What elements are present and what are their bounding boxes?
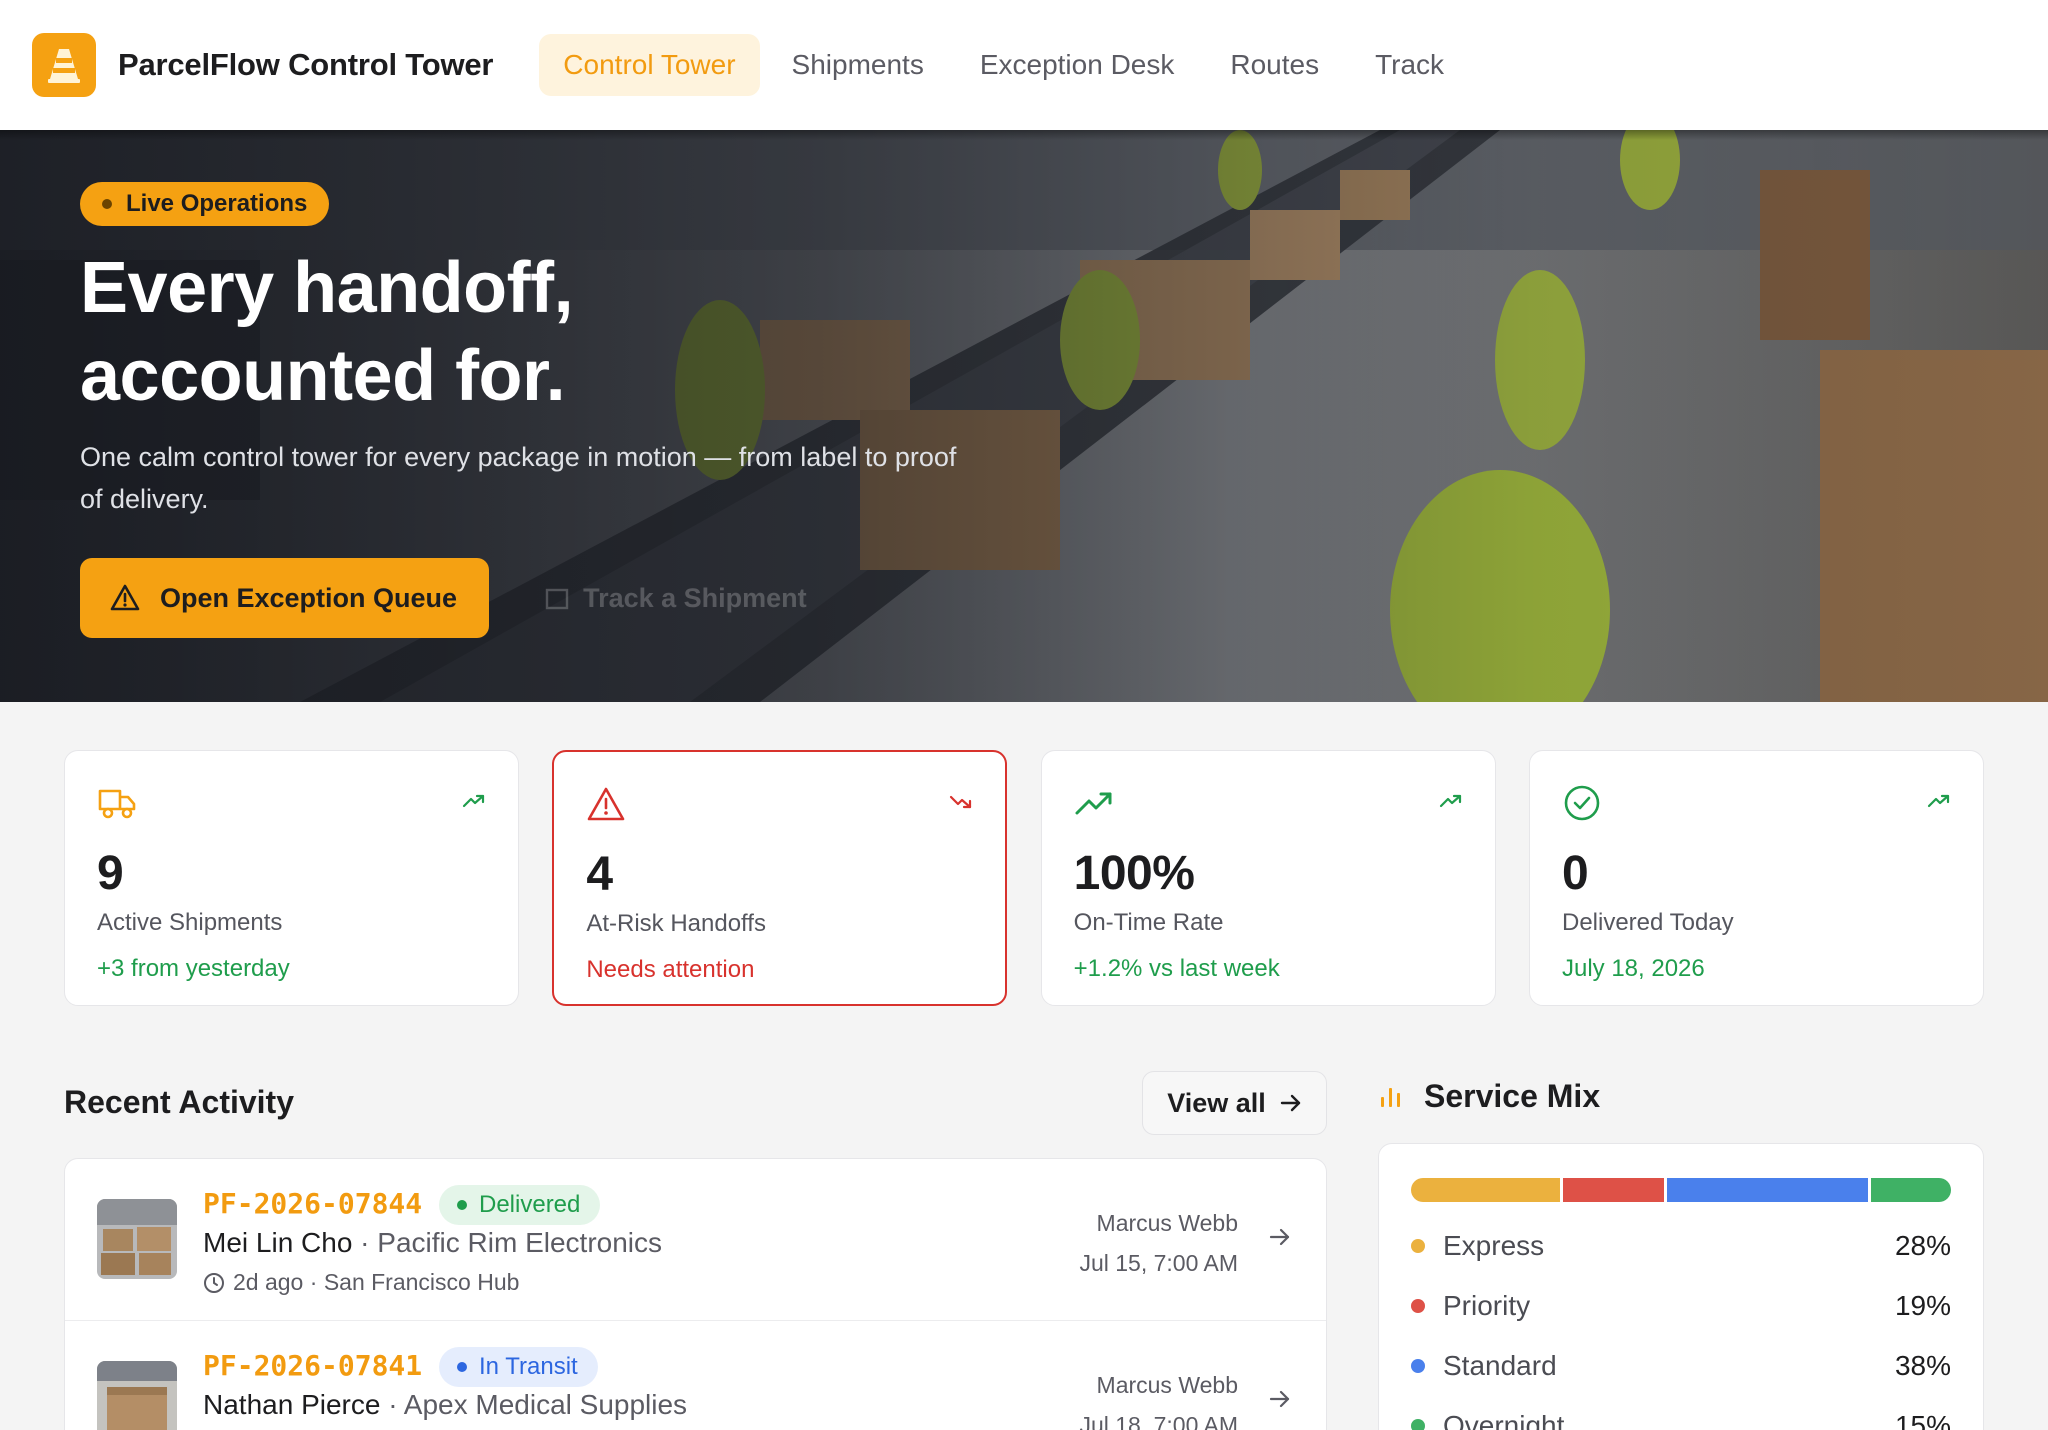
status-badge: Delivered bbox=[439, 1185, 601, 1225]
stat-value: 9 bbox=[97, 847, 124, 900]
service-mix-segment-overnight bbox=[1871, 1178, 1951, 1202]
top-nav: ParcelFlow Control Tower Control Tower S… bbox=[0, 0, 2048, 130]
shipment-thumbnail bbox=[97, 1199, 177, 1279]
service-mix-segment-express bbox=[1411, 1178, 1560, 1202]
status-dot-icon bbox=[457, 1362, 467, 1372]
hero-banner: Live Operations Every handoff, accounted… bbox=[0, 130, 2048, 702]
traffic-cone-icon bbox=[48, 49, 80, 83]
live-dot-icon bbox=[102, 199, 112, 209]
service-name: Priority bbox=[1443, 1290, 1531, 1321]
service-mix-header: Service Mix bbox=[1378, 1078, 1600, 1115]
service-percent: 28% bbox=[1894, 1230, 1951, 1261]
row-assignee: Marcus Webb Jul 15, 7:00 AM bbox=[1079, 1210, 1238, 1276]
bar-chart-icon bbox=[1381, 1087, 1400, 1107]
stat-card-delivered-today[interactable]: 0 Delivered Today July 18, 2026 bbox=[1528, 750, 1984, 1006]
recent-activity-title: Recent Activity bbox=[64, 1084, 294, 1120]
legend-dot-icon bbox=[1411, 1359, 1425, 1373]
view-all-button[interactable]: View all bbox=[1142, 1071, 1327, 1135]
service-mix-item-overnight: Overnight 15% bbox=[1411, 1410, 1951, 1430]
service-mix-bar bbox=[1411, 1178, 1951, 1202]
brand-name: ParcelFlow Control Tower bbox=[118, 47, 494, 82]
stat-note: +3 from yesterday bbox=[97, 955, 290, 982]
status-badge: In Transit bbox=[439, 1347, 598, 1387]
nav-link-track[interactable]: Track bbox=[1351, 34, 1468, 96]
logo[interactable] bbox=[32, 33, 96, 97]
package-icon bbox=[545, 588, 569, 610]
live-operations-badge: Live Operations bbox=[80, 182, 330, 226]
hero-subtitle: One calm control tower for every package… bbox=[80, 442, 957, 514]
service-mix-segment-standard bbox=[1666, 1178, 1869, 1202]
activity-row[interactable]: PF-2026-07841 In Transit Nathan Pierce ·… bbox=[65, 1321, 1326, 1430]
hero-title: Every handoff, accounted for. bbox=[80, 248, 574, 416]
stat-value: 0 bbox=[1561, 847, 1589, 900]
service-mix-title: Service Mix bbox=[1424, 1078, 1601, 1114]
nav-link-control-tower[interactable]: Control Tower bbox=[539, 34, 760, 96]
hero-content: Live Operations Every handoff, accounted… bbox=[80, 182, 1080, 638]
stat-label: Delivered Today bbox=[1561, 909, 1734, 936]
stat-note: July 18, 2026 bbox=[1561, 955, 1705, 982]
stat-label: On-Time Rate bbox=[1073, 909, 1224, 936]
row-meta: 2d ago · San Francisco Hub bbox=[203, 1269, 519, 1296]
track-shipment-button[interactable]: Track a Shipment bbox=[543, 583, 807, 614]
trend-up-icon bbox=[1927, 794, 1950, 808]
service-name: Express bbox=[1443, 1230, 1545, 1261]
legend-dot-icon bbox=[1411, 1239, 1425, 1253]
recipient: Nathan Pierce · Apex Medical Supplies bbox=[203, 1389, 688, 1420]
stat-note: Needs attention bbox=[586, 956, 755, 983]
trending-up-icon bbox=[1075, 792, 1112, 815]
warning-icon bbox=[588, 787, 625, 821]
shipment-thumbnail bbox=[97, 1361, 177, 1430]
stat-card-at-risk-handoffs[interactable]: 4 At-Risk Handoffs Needs attention bbox=[552, 750, 1008, 1006]
recent-activity-list: PF-2026-07844 Delivered Mei Lin Cho · Pa… bbox=[64, 1158, 1327, 1430]
trend-up-icon bbox=[462, 794, 485, 808]
status-dot-icon bbox=[457, 1200, 467, 1210]
service-mix-item-priority: Priority 19% bbox=[1411, 1290, 1951, 1322]
stats-row: 9 Active Shipments +3 from yesterday 4 A… bbox=[64, 750, 1984, 1006]
nav-link-shipments[interactable]: Shipments bbox=[768, 34, 948, 96]
stat-note: +1.2% vs last week bbox=[1073, 955, 1280, 982]
arrow-right-icon bbox=[1280, 1094, 1300, 1112]
arrow-right-icon[interactable] bbox=[1268, 1387, 1292, 1411]
stat-value: 100% bbox=[1073, 847, 1195, 900]
service-mix-item-standard: Standard 38% bbox=[1411, 1350, 1951, 1382]
stat-label: Active Shipments bbox=[97, 909, 283, 936]
recipient: Mei Lin Cho · Pacific Rim Electronics bbox=[203, 1227, 663, 1258]
truck-icon bbox=[98, 789, 136, 819]
legend-dot-icon bbox=[1411, 1419, 1425, 1430]
activity-row[interactable]: PF-2026-07844 Delivered Mei Lin Cho · Pa… bbox=[65, 1159, 1326, 1321]
service-name: Standard bbox=[1443, 1350, 1557, 1381]
hero-actions: Open Exception Queue Track a Shipment bbox=[80, 558, 1080, 638]
service-name: Overnight bbox=[1443, 1410, 1565, 1430]
legend-dot-icon bbox=[1411, 1299, 1425, 1313]
nav-link-routes[interactable]: Routes bbox=[1206, 34, 1343, 96]
service-percent: 38% bbox=[1894, 1350, 1951, 1381]
tracking-id[interactable]: PF-2026-07841 bbox=[203, 1349, 422, 1382]
stat-card-active-shipments[interactable]: 9 Active Shipments +3 from yesterday bbox=[64, 750, 519, 1006]
stat-card-on-time-rate[interactable]: 100% On-Time Rate +1.2% vs last week bbox=[1040, 750, 1496, 1006]
service-mix-segment-priority bbox=[1562, 1178, 1664, 1202]
nav-links: Control Tower Shipments Exception Desk R… bbox=[539, 34, 1476, 96]
trend-down-icon bbox=[950, 795, 972, 809]
warning-icon bbox=[110, 584, 140, 611]
check-circle-icon bbox=[1564, 785, 1600, 821]
clock-icon bbox=[204, 1272, 224, 1293]
row-assignee: Marcus Webb Jul 18, 7:00 AM bbox=[1079, 1372, 1238, 1430]
open-exception-queue-button[interactable]: Open Exception Queue bbox=[80, 558, 490, 638]
service-percent: 15% bbox=[1894, 1410, 1951, 1430]
service-mix-item-express: Express 28% bbox=[1411, 1230, 1951, 1262]
service-percent: 19% bbox=[1894, 1290, 1951, 1321]
stat-label: At-Risk Handoffs bbox=[586, 910, 766, 937]
service-mix-card: Express 28% Priority 19% Standard 38% Overnigh… bbox=[1378, 1143, 1984, 1430]
stat-value: 4 bbox=[586, 848, 613, 901]
nav-link-exception-desk[interactable]: Exception Desk bbox=[956, 34, 1199, 96]
arrow-right-icon[interactable] bbox=[1268, 1225, 1292, 1249]
trend-up-icon bbox=[1439, 794, 1461, 808]
tracking-id[interactable]: PF-2026-07844 bbox=[203, 1187, 422, 1220]
